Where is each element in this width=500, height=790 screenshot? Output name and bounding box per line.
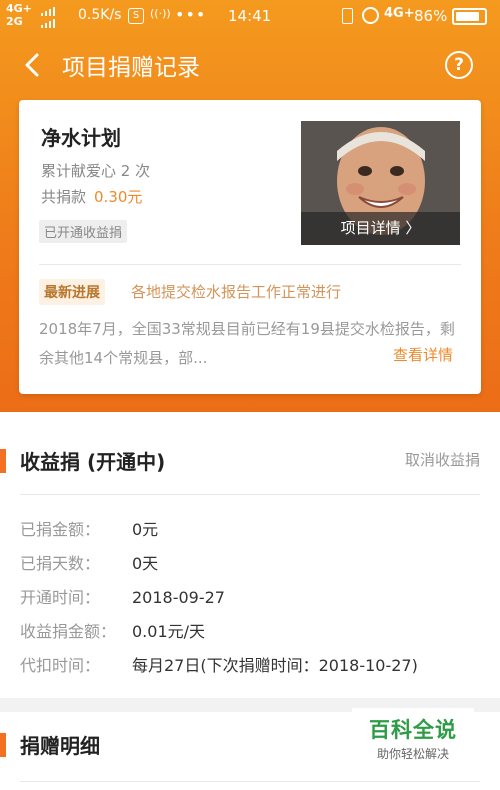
- back-arrow-icon[interactable]: [18, 50, 48, 80]
- watermark-logo: 百科全说 助你轻松解决: [352, 708, 474, 764]
- earnings-donation-section: 收益捐 (开通中) 取消收益捐 已捐金额： 0元 已捐天数： 0天 开通时间： 201…: [0, 412, 500, 698]
- detail-row-open-date: 开通时间： 2018-09-27: [20, 584, 225, 608]
- battery-icon: [452, 8, 487, 25]
- detail-row-donated-days: 已捐天数： 0天: [20, 550, 158, 574]
- detail-row-deduction-time: 代扣时间： 每月27日(下次捐赠时间：2018-10-27): [20, 652, 418, 676]
- project-photo[interactable]: 项目详情 〉: [301, 121, 460, 245]
- network-indicator: 4G+ 2G: [6, 2, 32, 28]
- signal-bars-icon: [40, 5, 68, 32]
- row-value: 2018-09-27: [132, 588, 225, 607]
- details-section-title: 捐赠明细: [20, 734, 100, 758]
- card-divider: [39, 264, 461, 265]
- project-title: 净水计划: [41, 126, 121, 150]
- row-label: 已捐天数：: [20, 554, 101, 573]
- detail-row-donated-amount: 已捐金额： 0元: [20, 516, 158, 540]
- project-card: 净水计划 累计献爱心 2 次 共捐款 0.30元 已开通收益捐 项目详情 〉 最新…: [19, 100, 481, 394]
- help-icon[interactable]: ?: [445, 51, 473, 79]
- network-speed: 0.5K/s: [78, 7, 122, 23]
- donated-total: 共捐款 0.30元: [41, 186, 142, 207]
- row-value: 0元: [132, 520, 159, 539]
- section-accent-bar: [0, 733, 6, 757]
- section-divider: [20, 494, 480, 495]
- latest-progress-tag: 最新进展: [39, 279, 105, 305]
- section-accent-bar: [0, 449, 6, 473]
- alarm-icon: [362, 7, 379, 24]
- watermark-title: 百科全说: [369, 718, 457, 742]
- page-title: 项目捐赠记录: [62, 55, 200, 81]
- signal-type: 4G+: [384, 6, 415, 21]
- section-divider: [20, 781, 480, 782]
- view-details-link[interactable]: 查看详情: [393, 344, 453, 365]
- cancel-earnings-button[interactable]: 取消收益捐: [405, 449, 480, 470]
- project-details-button[interactable]: 项目详情 〉: [301, 212, 460, 245]
- row-value: 0天: [132, 554, 159, 573]
- sim-icon: S: [128, 8, 144, 24]
- charging-icon: [342, 8, 353, 24]
- row-value: 每月27日(下次捐赠时间：2018-10-27): [132, 656, 418, 675]
- row-label: 已捐金额：: [20, 520, 101, 539]
- detail-row-daily-amount: 收益捐金额： 0.01元/天: [20, 618, 205, 642]
- status-bar: 4G+ 2G 0.5K/s S ((·)) ••• 14:41 4G+ 86%: [0, 0, 500, 34]
- love-count: 累计献爱心 2 次: [41, 162, 151, 180]
- more-notifications-icon: •••: [175, 5, 207, 24]
- earnings-section-title: 收益捐 (开通中): [20, 450, 166, 474]
- row-label: 收益捐金额：: [20, 622, 117, 641]
- watermark-subtitle: 助你轻松解决: [376, 747, 449, 761]
- row-value: 0.01元/天: [132, 622, 206, 641]
- hotspot-icon: ((·)): [150, 7, 171, 20]
- earnings-enabled-badge: 已开通收益捐: [39, 220, 128, 243]
- clock: 14:41: [228, 7, 272, 25]
- row-label: 开通时间：: [20, 588, 101, 607]
- donated-amount: 0.30元: [94, 188, 143, 206]
- latest-progress-text: 各地提交检水报告工作正常进行: [131, 283, 342, 301]
- row-label: 代扣时间：: [20, 656, 101, 675]
- donated-label: 共捐款: [41, 188, 87, 206]
- battery-percent: 86%: [414, 7, 448, 25]
